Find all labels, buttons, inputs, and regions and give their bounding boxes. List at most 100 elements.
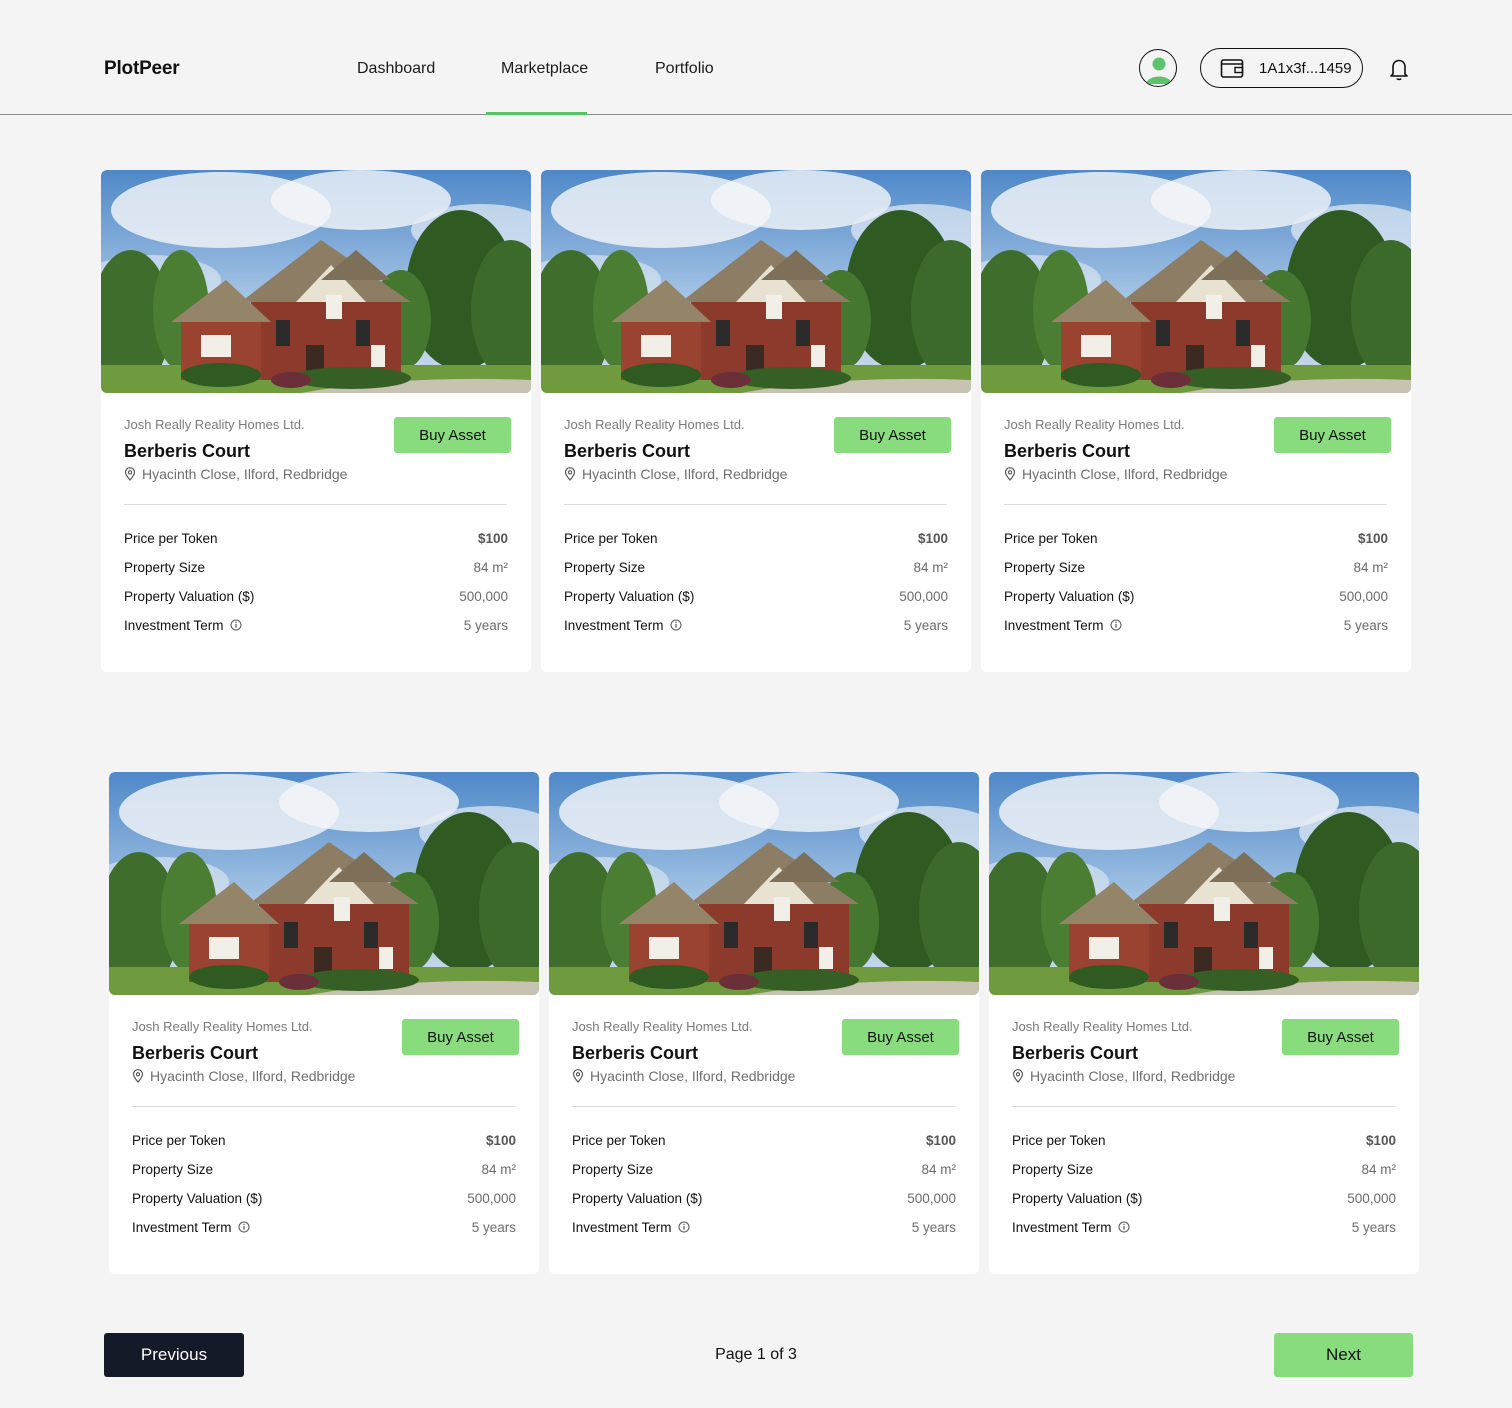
developer-name: Josh Really Reality Homes Ltd. [1012, 1019, 1193, 1034]
card-divider [572, 1106, 955, 1107]
property-size-value: 84 m² [1361, 1161, 1396, 1177]
property-name: Berberis Court [132, 1043, 259, 1063]
property-name: Berberis Court [564, 441, 691, 461]
location-text: Hyacinth Close, Ilford, Redbridge [1030, 1068, 1236, 1084]
listing-card[interactable]: Josh Really Reality Homes Ltd. Berberis … [989, 772, 1419, 1274]
property-name: Berberis Court [1012, 1043, 1139, 1063]
property-valuation-label: Property Valuation ($) [1004, 588, 1135, 604]
property-valuation-row: Property Valuation ($) 500,000 [1012, 1188, 1396, 1208]
investment-term-row: Investment Term 5 years [1004, 615, 1388, 635]
investment-term-row: Investment Term 5 years [1012, 1217, 1396, 1237]
app-logo[interactable]: PlotPeer [104, 58, 180, 80]
investment-term-value: 5 years [911, 1219, 956, 1235]
buy-asset-button[interactable]: Buy Asset [394, 417, 511, 453]
listing-card[interactable]: Josh Really Reality Homes Ltd. Berberis … [981, 170, 1411, 672]
property-valuation-value: 500,000 [467, 1190, 516, 1206]
user-avatar-icon[interactable] [1139, 49, 1177, 87]
buy-asset-button[interactable]: Buy Asset [842, 1019, 959, 1055]
card-divider [564, 504, 947, 505]
property-location: Hyacinth Close, Ilford, Redbridge [1012, 1068, 1235, 1084]
investment-term-label-group: Investment Term [1004, 618, 1122, 633]
investment-term-value: 5 years [463, 617, 508, 633]
listing-card[interactable]: Josh Really Reality Homes Ltd. Berberis … [101, 170, 531, 672]
investment-term-value: 5 years [471, 1219, 516, 1235]
price-per-token-row: Price per Token $100 [132, 1130, 516, 1150]
property-location: Hyacinth Close, Ilford, Redbridge [1004, 466, 1227, 482]
nav-marketplace[interactable]: Marketplace [501, 60, 588, 78]
property-valuation-row: Property Valuation ($) 500,000 [1004, 586, 1388, 606]
info-icon[interactable] [1110, 619, 1122, 631]
price-per-token-label: Price per Token [1012, 1132, 1106, 1148]
location-text: Hyacinth Close, Ilford, Redbridge [582, 466, 788, 482]
property-size-row: Property Size 84 m² [1004, 557, 1388, 577]
location-text: Hyacinth Close, Ilford, Redbridge [590, 1068, 796, 1084]
property-size-value: 84 m² [921, 1161, 956, 1177]
property-image [981, 170, 1411, 393]
next-page-button[interactable]: Next [1274, 1333, 1413, 1377]
active-nav-indicator [486, 112, 587, 115]
info-icon[interactable] [1118, 1221, 1130, 1233]
investment-term-row: Investment Term 5 years [124, 615, 508, 635]
nav-portfolio[interactable]: Portfolio [655, 60, 714, 78]
price-per-token-row: Price per Token $100 [1004, 528, 1388, 548]
price-per-token-value: $100 [917, 530, 948, 546]
wallet-address: 1A1x3f...1459 [1259, 60, 1352, 77]
investment-term-value: 5 years [1351, 1219, 1396, 1235]
investment-term-row: Investment Term 5 years [572, 1217, 956, 1237]
property-valuation-value: 500,000 [899, 588, 948, 604]
property-location: Hyacinth Close, Ilford, Redbridge [564, 466, 787, 482]
property-image [549, 772, 979, 995]
property-size-label: Property Size [1012, 1161, 1094, 1177]
buy-asset-button[interactable]: Buy Asset [1274, 417, 1391, 453]
property-valuation-value: 500,000 [1347, 1190, 1396, 1206]
nav-dashboard[interactable]: Dashboard [357, 60, 435, 78]
price-per-token-value: $100 [1365, 1132, 1396, 1148]
listing-card[interactable]: Josh Really Reality Homes Ltd. Berberis … [109, 772, 539, 1274]
info-icon[interactable] [238, 1221, 250, 1233]
investment-term-label-group: Investment Term [1012, 1220, 1130, 1235]
investment-term-value: 5 years [1343, 617, 1388, 633]
wallet-button[interactable]: 1A1x3f...1459 [1200, 48, 1363, 88]
card-divider [124, 504, 507, 505]
info-icon[interactable] [670, 619, 682, 631]
card-divider [1004, 504, 1387, 505]
investment-term-label-group: Investment Term [124, 618, 242, 633]
location-pin-icon [564, 467, 576, 481]
location-pin-icon [1004, 467, 1016, 481]
property-name: Berberis Court [572, 1043, 699, 1063]
buy-asset-button[interactable]: Buy Asset [402, 1019, 519, 1055]
price-per-token-value: $100 [1357, 530, 1388, 546]
listing-card[interactable]: Josh Really Reality Homes Ltd. Berberis … [541, 170, 971, 672]
property-image [989, 772, 1419, 995]
property-image [101, 170, 531, 393]
property-size-label: Property Size [572, 1161, 654, 1177]
property-size-row: Property Size 84 m² [572, 1159, 956, 1179]
property-location: Hyacinth Close, Ilford, Redbridge [572, 1068, 795, 1084]
investment-term-label-group: Investment Term [132, 1220, 250, 1235]
property-valuation-label: Property Valuation ($) [1012, 1190, 1143, 1206]
location-pin-icon [1012, 1069, 1024, 1083]
investment-term-label-group: Investment Term [572, 1220, 690, 1235]
listing-card[interactable]: Josh Really Reality Homes Ltd. Berberis … [549, 772, 979, 1274]
price-per-token-label: Price per Token [132, 1132, 226, 1148]
investment-term-row: Investment Term 5 years [564, 615, 948, 635]
price-per-token-row: Price per Token $100 [1012, 1130, 1396, 1150]
investment-term-label: Investment Term [1012, 1219, 1112, 1235]
location-pin-icon [572, 1069, 584, 1083]
price-per-token-value: $100 [485, 1132, 516, 1148]
bell-icon[interactable] [1387, 56, 1411, 82]
card-divider [132, 1106, 515, 1107]
price-per-token-value: $100 [477, 530, 508, 546]
price-per-token-row: Price per Token $100 [572, 1130, 956, 1150]
developer-name: Josh Really Reality Homes Ltd. [1004, 417, 1185, 432]
buy-asset-button[interactable]: Buy Asset [834, 417, 951, 453]
info-icon[interactable] [230, 619, 242, 631]
price-per-token-label: Price per Token [572, 1132, 666, 1148]
price-per-token-label: Price per Token [1004, 530, 1098, 546]
wallet-icon [1220, 59, 1244, 78]
property-size-label: Property Size [1004, 559, 1086, 575]
property-valuation-row: Property Valuation ($) 500,000 [564, 586, 948, 606]
location-pin-icon [124, 467, 136, 481]
info-icon[interactable] [678, 1221, 690, 1233]
buy-asset-button[interactable]: Buy Asset [1282, 1019, 1399, 1055]
